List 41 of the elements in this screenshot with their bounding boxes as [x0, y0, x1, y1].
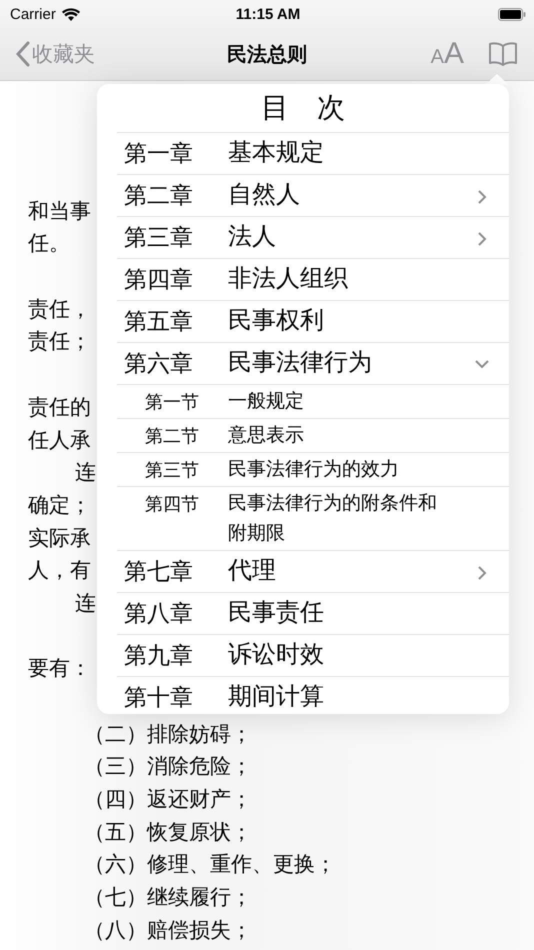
article-text: （三）消除危险； — [84, 754, 252, 778]
article-text: 实际承 — [28, 526, 91, 550]
article-text: 确定； — [28, 492, 91, 517]
article-text: （四）返还财产； — [84, 787, 252, 812]
wifi-icon — [62, 8, 80, 20]
article-text: 人，有 — [28, 558, 91, 582]
chapter-item[interactable]: 第七章 代理 — [117, 550, 509, 592]
article-text: 连 — [75, 460, 96, 484]
article-text: 和当事 — [28, 198, 91, 223]
section-item[interactable]: 第二节 意思表示 — [117, 418, 509, 452]
chapter-item[interactable]: 第四章 非法人组织 — [117, 258, 509, 300]
contents-title: 目 次 — [261, 92, 345, 126]
nav-title: 民法总则 — [227, 44, 307, 66]
article-text: （五）恢复原状； — [84, 820, 252, 844]
section-item[interactable]: 第一节 一般规定 — [117, 384, 509, 418]
chapter-item[interactable]: 第一章 基本规定 — [117, 132, 509, 174]
chapter-item[interactable]: 第十章 期间计算 — [117, 676, 509, 714]
chapter-item[interactable]: 第五章 民事权利 — [117, 300, 509, 342]
article-text: 要有： — [28, 656, 91, 680]
article-text: （六）修理、重作、更换； — [84, 852, 336, 876]
carrier-label: Carrier — [10, 6, 56, 22]
article-text: 责任的 — [28, 394, 91, 419]
clock-time: 11:15 AM — [236, 6, 300, 22]
article-text: 责任； — [28, 329, 91, 354]
chapter-item[interactable]: 第六章 民事法律行为 — [117, 342, 509, 384]
battery-icon — [498, 8, 526, 20]
chapter-item[interactable]: 第二章 自然人 — [117, 174, 509, 216]
chapter-item[interactable]: 第三章 法人 — [117, 216, 509, 258]
article-text: 连 — [75, 590, 96, 615]
article-text: （七）继续履行； — [84, 885, 252, 910]
article-text: （二）排除妨碍； — [84, 722, 252, 746]
article-text: 责任， — [28, 296, 91, 321]
section-item[interactable]: 第三节 民事法律行为的效力 — [117, 452, 509, 486]
chapter-item[interactable]: 第九章 诉讼时效 — [117, 634, 509, 676]
article-text: （八）赔偿损失； — [84, 918, 252, 942]
book-icon[interactable] — [488, 41, 518, 67]
article-text: 任。 — [28, 231, 70, 256]
section-item[interactable]: 第四节 民事法律行为的附条件和附期限 — [117, 486, 509, 550]
chapter-item[interactable]: 第八章 民事责任 — [117, 592, 509, 634]
article-text: 任人承 — [28, 428, 91, 452]
chevron-left-icon — [16, 41, 30, 67]
